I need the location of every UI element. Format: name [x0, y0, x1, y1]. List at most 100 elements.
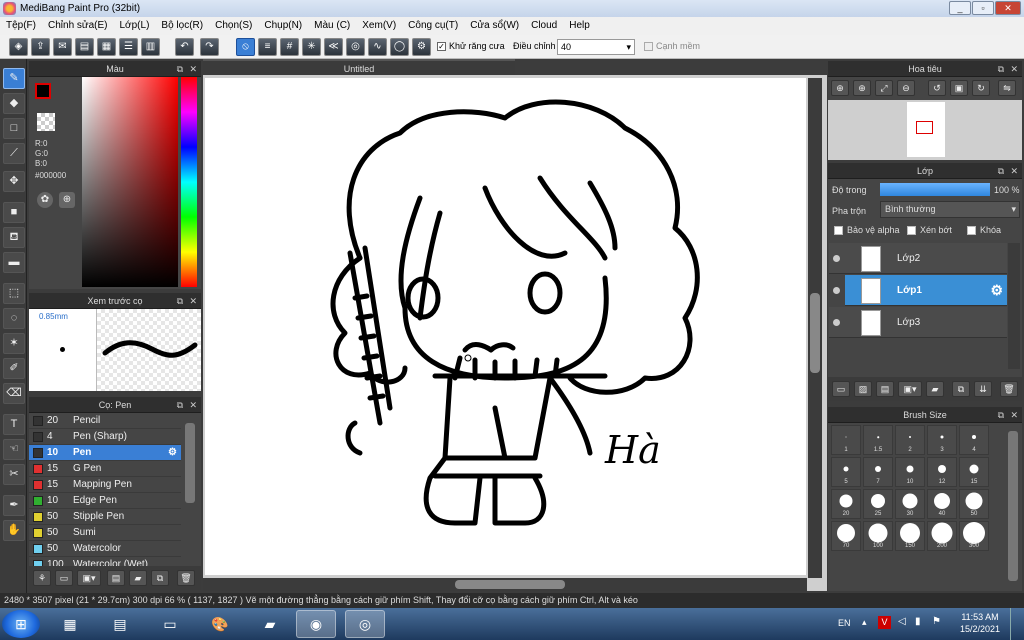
brush-size-cell[interactable]: 7 [863, 457, 893, 487]
brush-size-cell[interactable]: 40 [927, 489, 957, 519]
horizontal-scrollbar[interactable] [203, 578, 807, 591]
copy-icon[interactable]: ⧉ [151, 570, 169, 586]
medibang-icon[interactable]: ◎ [345, 610, 385, 638]
panel-icon[interactable]: ▥ [141, 38, 160, 56]
snap-settings-icon[interactable]: ⚙ [412, 38, 431, 56]
action-center-icon[interactable]: ⚑ [932, 616, 941, 627]
opacity-slider[interactable] [880, 183, 990, 196]
minimize-button[interactable]: _ [949, 1, 971, 15]
new-8bit-layer-icon[interactable]: ▤ [876, 381, 894, 397]
close-icon[interactable]: ✕ [189, 397, 197, 413]
concentric-snap-icon[interactable]: ◎ [346, 38, 365, 56]
menu-item[interactable]: Bộ lọc(R) [155, 17, 209, 35]
rotate-left-icon[interactable]: ↺ [928, 80, 946, 96]
brush-size-cell[interactable]: 5 [831, 457, 861, 487]
magic-wand-tool-icon[interactable]: ✶ [3, 333, 25, 354]
lock-checkbox[interactable] [967, 226, 976, 235]
vertical-scroll-thumb[interactable] [810, 293, 820, 373]
close-button[interactable]: ✕ [995, 1, 1021, 15]
close-icon[interactable]: ✕ [1010, 163, 1018, 179]
horizontal-scroll-thumb[interactable] [455, 580, 565, 589]
brush-list-scrollbar[interactable] [185, 423, 195, 503]
brush-size-cell[interactable]: 300 [959, 521, 989, 551]
menu-item[interactable]: Lớp(L) [114, 17, 156, 35]
lasso-tool-icon[interactable]: ◌ [3, 308, 25, 329]
rotate-right-icon[interactable]: ↻ [972, 80, 990, 96]
operation-tool-icon[interactable]: ☜ [3, 439, 25, 460]
fit-icon[interactable]: ⤢ [875, 80, 893, 96]
radial-snap-icon[interactable]: ✳ [302, 38, 321, 56]
brush-item[interactable]: 50 Stipple Pen [29, 509, 181, 525]
reset-view-icon[interactable]: ▣ [950, 80, 968, 96]
move-tool-icon[interactable]: ✥ [3, 171, 25, 192]
cross-snap-icon[interactable]: # [280, 38, 299, 56]
layer-row[interactable]: Lớp2 [829, 243, 1007, 274]
visibility-icon[interactable] [833, 255, 840, 262]
trash-icon[interactable]: 🗑 [1000, 381, 1018, 397]
clipping-checkbox[interactable] [907, 226, 916, 235]
select-eraser-tool-icon[interactable]: ⌫ [3, 383, 25, 404]
menu-item[interactable]: Chọn(S) [209, 17, 258, 35]
saturation-value-picker[interactable] [82, 77, 178, 287]
antialias-checkbox[interactable]: ✓ [437, 42, 446, 51]
popout-icon[interactable]: ⧉ [998, 61, 1004, 77]
brush-item[interactable]: 15 G Pen [29, 461, 181, 477]
brush-size-cell[interactable]: 100 [863, 521, 893, 551]
brush-settings-icon[interactable]: ⚙ [168, 445, 177, 461]
volume-icon[interactable]: ◁ [898, 616, 906, 627]
layer-row[interactable]: Lớp3 [829, 307, 1007, 338]
brush-size-cell[interactable]: 4 [959, 425, 989, 455]
winrar-icon[interactable]: ▦ [50, 610, 90, 638]
brush-item[interactable]: 10 Pen ⚙ [29, 445, 181, 461]
brush-size-cell[interactable]: 25 [863, 489, 893, 519]
adjust-dropdown[interactable]: 40 ▾ [557, 39, 635, 55]
vertical-scrollbar[interactable] [808, 78, 822, 578]
clock[interactable]: 11:53 AM 15/2/2021 [955, 611, 1005, 635]
snap-off-icon[interactable]: ⦸ [236, 38, 255, 56]
network-icon[interactable]: ▮ [915, 616, 921, 627]
brush-menu-icon[interactable]: ▣▾ [77, 570, 101, 586]
layer-row-selected[interactable]: Lớp1 ⚙ [845, 275, 1007, 306]
text-tool-icon[interactable]: T [3, 414, 25, 435]
brush-size-cell[interactable]: 10 [895, 457, 925, 487]
divide-tool-icon[interactable]: ✂ [3, 464, 25, 485]
brush-size-scrollbar[interactable] [1008, 431, 1018, 581]
brush-size-cell[interactable]: 200 [927, 521, 957, 551]
gradient-tool-icon[interactable]: ▬ [3, 252, 25, 273]
brush-size-cell[interactable]: 2 [895, 425, 925, 455]
hand-tool-icon[interactable]: ✋ [3, 520, 25, 541]
eraser-tool-icon[interactable]: ◆ [3, 93, 25, 114]
brush-size-cell[interactable]: 70 [831, 521, 861, 551]
layers-scrollbar[interactable] [1008, 243, 1020, 369]
new-halftone-layer-icon[interactable]: ▨ [854, 381, 872, 397]
layer-settings-icon[interactable]: ⚙ [990, 275, 1003, 306]
layer-menu-icon[interactable]: ▣▾ [898, 381, 922, 397]
calculator-icon[interactable]: ▤ [100, 610, 140, 638]
soft-edge-checkbox[interactable] [644, 42, 653, 51]
menu-item[interactable]: Tệp(F) [0, 17, 42, 35]
brush-item[interactable]: 20 Pencil [29, 413, 181, 429]
language-indicator[interactable]: EN [838, 618, 851, 628]
blend-mode-dropdown[interactable]: Bình thường ▾ [880, 201, 1020, 218]
zoom-in-icon[interactable]: ⊕ [853, 80, 871, 96]
page-icon[interactable]: ▦ [97, 38, 116, 56]
share-icon[interactable]: ⇪ [31, 38, 50, 56]
visibility-icon[interactable] [833, 287, 840, 294]
antivirus-icon[interactable]: V [878, 616, 891, 629]
parallel-snap-icon[interactable]: ≡ [258, 38, 277, 56]
brush-item[interactable]: 15 Mapping Pen [29, 477, 181, 493]
canvas-tab[interactable]: Untitled [203, 59, 515, 75]
popout-icon[interactable]: ⧉ [177, 293, 183, 309]
menu-item[interactable]: Màu (C) [308, 17, 356, 35]
redo-icon[interactable]: ↷ [200, 38, 219, 56]
color-history-icon[interactable]: ⊕ [59, 192, 75, 208]
new-brush-icon[interactable]: ▭ [55, 570, 73, 586]
popout-icon[interactable]: ⧉ [177, 61, 183, 77]
show-desktop-button[interactable] [1010, 608, 1024, 640]
dot-tool-icon[interactable]: □ [3, 118, 25, 139]
chrome-icon[interactable]: ◉ [296, 610, 336, 638]
radial-line-snap-icon[interactable]: ≪ [324, 38, 343, 56]
drawing-canvas[interactable]: Hà [205, 78, 806, 575]
navigator-preview[interactable] [828, 100, 1022, 160]
zoom-in-icon[interactable]: ⊕ [831, 80, 849, 96]
